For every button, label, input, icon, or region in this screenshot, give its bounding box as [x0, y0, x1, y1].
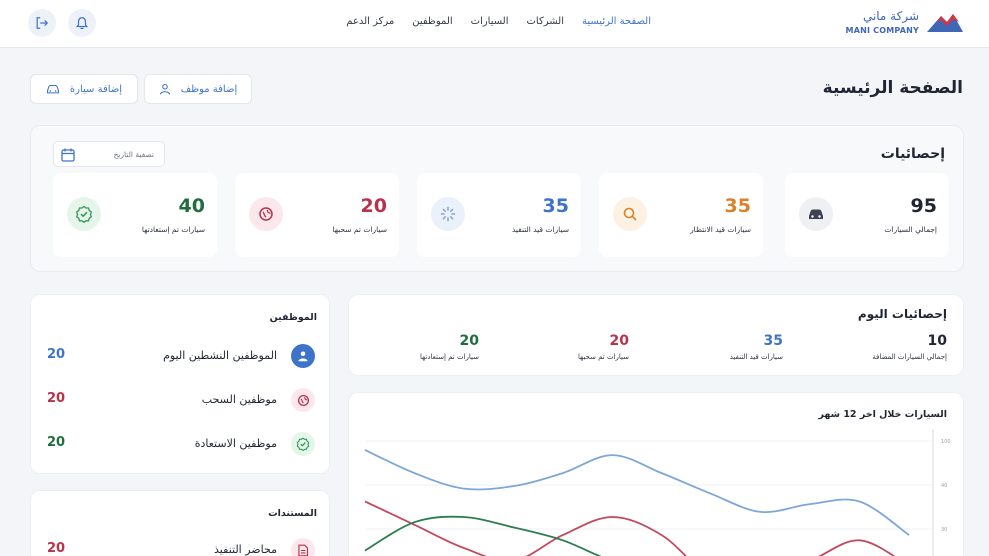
stat-icon-wrap [431, 197, 465, 231]
emp-value: 20 [47, 541, 66, 556]
today-stat-label: سيارات تم سحبها [578, 353, 629, 361]
search-icon [623, 207, 637, 221]
stat-value: 35 [542, 195, 569, 217]
verified-icon [296, 437, 310, 451]
today-stat-withdrawn: 20 سيارات تم سحبها [479, 333, 629, 369]
documents-card: المستندات محاضر التنفيذ 20 [30, 490, 330, 556]
verified-icon [75, 205, 93, 223]
withdraw-icon [259, 207, 273, 221]
add-employee-button[interactable]: إضافة موظف [144, 74, 252, 104]
date-filter-label: تصفية التاريخ [113, 150, 154, 159]
cars-chart-card: السيارات خلال اخر 12 شهر 100 40 30 [348, 392, 964, 556]
user-icon [298, 351, 308, 362]
list-item[interactable]: محاضر التنفيذ 20 [31, 535, 331, 556]
main-nav: الصفحة الرئيسية الشركات السيارات الموظفي… [346, 16, 651, 27]
today-statistics-title: إحصائيات اليوم [857, 307, 947, 321]
today-stat-value: 20 [459, 333, 479, 349]
stat-icon-wrap [249, 197, 283, 231]
company-logo[interactable]: شركة ماني MANI COMPANY [835, 6, 965, 42]
today-stat-value: 20 [609, 333, 629, 349]
withdraw-icon [297, 394, 309, 406]
list-item[interactable]: موظفين السحب 20 [31, 385, 331, 415]
add-car-button[interactable]: إضافة سيارة [30, 74, 138, 104]
top-navbar: شركة ماني MANI COMPANY الصفحة الرئيسية ا… [0, 0, 989, 48]
stat-total-cars[interactable]: 95 إجمالي السيارات [785, 173, 949, 257]
today-stat-value: 10 [927, 333, 947, 349]
employees-card: الموظفين الموظفين النشطين اليوم 20 موظفي… [30, 294, 330, 474]
add-car-label: إضافة سيارة [69, 83, 123, 95]
today-stat-label: سيارات قيد التنفيذ [729, 353, 783, 361]
add-employee-label: إضافة موظف [180, 83, 238, 95]
tick-layer: 100 40 30 [941, 439, 951, 533]
emp-label: موظفين الاستعادة [194, 437, 277, 450]
stat-recovered-cars[interactable]: 40 سيارات تم إستعادتها [53, 173, 217, 257]
logout-icon [36, 17, 49, 29]
page-title: الصفحة الرئيسية [822, 78, 963, 98]
today-stat-total-added: 10 إجمالي السيارات المضافة [797, 333, 947, 369]
stat-label: سيارات قيد الانتظار [690, 225, 751, 234]
stat-value: 95 [910, 195, 937, 217]
today-stat-in-progress: 35 سيارات قيد التنفيذ [633, 333, 783, 369]
notifications-button[interactable] [68, 9, 96, 37]
car-icon [46, 84, 59, 94]
stat-value: 40 [178, 195, 205, 217]
date-filter-button[interactable]: تصفية التاريخ [53, 141, 165, 167]
nav-cars[interactable]: السيارات [471, 16, 509, 27]
documents-title: المستندات [268, 508, 317, 519]
today-stat-recovered: 20 سيارات تم إستعادتها [329, 333, 479, 369]
user-icon [159, 83, 170, 95]
statistics-card: إحصائيات تصفية التاريخ 95 إجمالي السيارا… [30, 125, 964, 272]
nav-home[interactable]: الصفحة الرئيسية [582, 16, 651, 27]
logo-name-en: MANI COMPANY [845, 26, 919, 35]
car-icon [809, 209, 823, 219]
emp-value: 20 [47, 391, 66, 406]
stat-label: سيارات تم سحبها [332, 225, 387, 234]
emp-label: محاضر التنفيذ [214, 543, 277, 556]
stat-icon-wrap [799, 197, 833, 231]
y-tick-label: 100 [941, 439, 951, 445]
list-item[interactable]: موظفين الاستعادة 20 [31, 429, 331, 459]
statistics-title: إحصائيات [880, 146, 945, 162]
bell-icon [75, 17, 89, 30]
stat-withdrawn-cars[interactable]: 20 سيارات تم سحبها [235, 173, 399, 257]
employees-title: الموظفين [269, 312, 317, 323]
emp-label: موظفين السحب [201, 393, 277, 406]
y-tick-label: 40 [941, 483, 947, 489]
nav-employees[interactable]: الموظفين [412, 16, 452, 27]
stat-icon-wrap [613, 197, 647, 231]
emp-icon-wrap [291, 432, 315, 456]
list-item[interactable]: الموظفين النشطين اليوم 20 [31, 341, 331, 371]
emp-icon-wrap [291, 388, 315, 412]
stat-in-progress-cars[interactable]: 35 سيارات قيد التنفيذ [417, 173, 581, 257]
stat-icon-wrap [67, 197, 101, 231]
today-statistics-card: إحصائيات اليوم 10 إجمالي السيارات المضاف… [348, 294, 964, 376]
document-icon [298, 544, 309, 556]
calendar-icon [61, 148, 75, 162]
nav-companies[interactable]: الشركات [527, 16, 565, 27]
series-layer [364, 449, 910, 556]
cars-line-chart: 100 40 30 [364, 429, 951, 556]
y-tick-label: 30 [941, 527, 947, 533]
today-stat-label: إجمالي السيارات المضافة [872, 353, 947, 361]
emp-value: 20 [47, 347, 66, 362]
nav-support-center[interactable]: مركز الدعم [346, 16, 394, 27]
chart-title: السيارات خلال اخر 12 شهر [818, 409, 947, 420]
emp-label: الموظفين النشطين اليوم [163, 349, 277, 362]
mountain-logo-icon [927, 14, 963, 32]
stat-label: سيارات تم إستعادتها [141, 225, 205, 234]
stat-label: سيارات قيد التنفيذ [511, 225, 569, 234]
logo-name-ar: شركة ماني [862, 9, 919, 23]
loading-icon [440, 206, 456, 222]
today-stat-label: سيارات تم إستعادتها [420, 353, 479, 361]
emp-value: 20 [47, 435, 66, 450]
emp-icon-wrap [291, 344, 315, 368]
emp-icon-wrap [291, 538, 315, 556]
logout-button[interactable] [28, 9, 56, 37]
stat-label: إجمالي السيارات [884, 225, 937, 234]
stat-pending-cars[interactable]: 35 سيارات قيد الانتظار [599, 173, 763, 257]
today-stat-value: 35 [763, 333, 783, 349]
stat-value: 35 [724, 195, 751, 217]
stat-value: 20 [360, 195, 387, 217]
